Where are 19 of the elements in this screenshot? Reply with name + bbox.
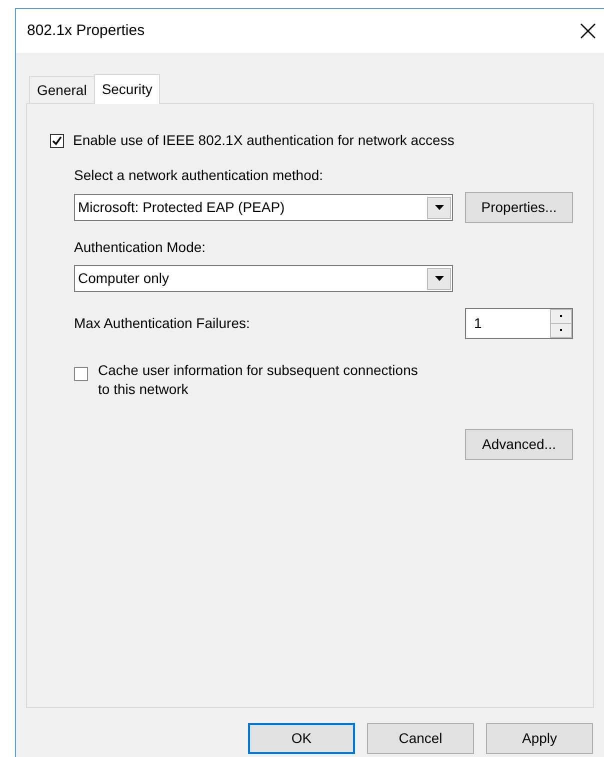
window-title: 802.1x Properties	[27, 20, 145, 41]
mode-dropdown[interactable]: Computer only	[74, 265, 453, 292]
tab[interactable]: General	[29, 76, 95, 104]
tab[interactable]: Security	[94, 74, 160, 104]
method-dropdown[interactable]: Microsoft: Protected EAP (PEAP)	[74, 194, 453, 221]
checkbox-label: Enable use of IEEE 802.1X authentication for network access	[73, 131, 454, 150]
field-label: Max Authentication Failures:	[74, 314, 250, 333]
dialog-button[interactable]: Apply	[486, 723, 593, 754]
dialog-button[interactable]: Cancel	[367, 723, 474, 754]
checkbox-label: Cache user information for subsequent connections to this network	[98, 361, 419, 399]
checkbox[interactable]	[74, 367, 88, 381]
field-label: Authentication Mode:	[74, 238, 207, 257]
field-label: Select a network authentication method:	[74, 166, 324, 185]
close-icon[interactable]	[580, 23, 596, 39]
advanced-button[interactable]: Advanced...	[465, 429, 573, 460]
checkbox[interactable]	[50, 134, 64, 148]
properties-button[interactable]: Properties...	[465, 192, 573, 223]
dialog-button[interactable]: OK	[248, 723, 355, 754]
spin-field[interactable]: 1	[465, 308, 573, 339]
